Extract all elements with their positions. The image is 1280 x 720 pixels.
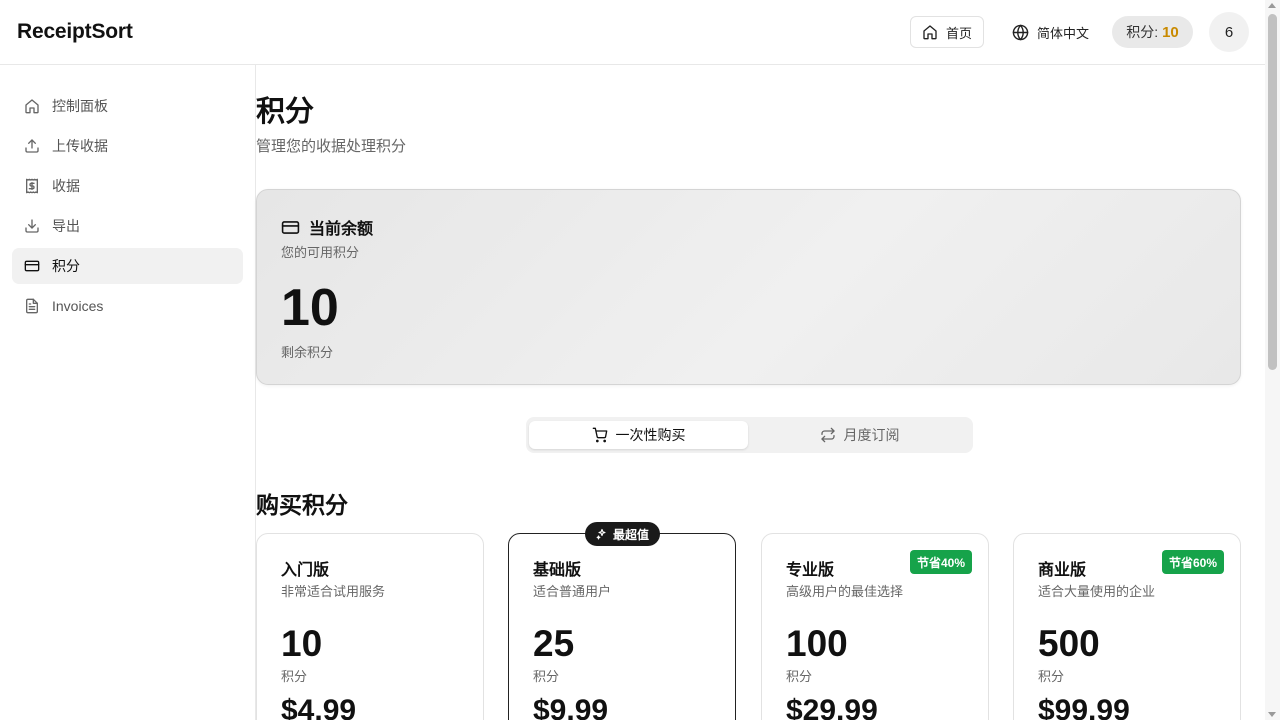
sidebar-item-receipts[interactable]: 收据 (12, 168, 243, 204)
home-button[interactable]: 首页 (910, 16, 984, 48)
balance-value-label: 剩余积分 (281, 345, 334, 360)
credits-badge[interactable]: 积分: 10 (1112, 16, 1193, 48)
purchase-type-toggle: 一次性购买 月度订阅 (526, 417, 973, 453)
balance-title: 当前余额 (281, 215, 373, 239)
plan-description: 非常适合试用服务 (281, 584, 386, 599)
plan-credits-label: 积分 (281, 669, 308, 684)
plan-description: 适合普通用户 (533, 584, 612, 599)
home-button-label: 首页 (945, 25, 972, 41)
plan-name: 商业版 (1038, 562, 1087, 579)
sidebar-item-export[interactable]: 导出 (12, 208, 243, 244)
best-value-badge-label: 最超值 (613, 527, 650, 542)
plan-card-starter[interactable]: 入门版 非常适合试用服务 10 积分 $4.99 (256, 533, 484, 720)
save-badge: 节省60% (1161, 550, 1224, 574)
upload-icon (25, 139, 39, 153)
scroll-up-arrow[interactable] (1268, 3, 1276, 8)
balance-subtitle: 您的可用积分 (281, 245, 360, 260)
tab-one-time-purchase[interactable]: 一次性购买 (529, 421, 748, 449)
top-header: ReceiptSort 首页 简体中文 积分: 10 6 (0, 0, 1265, 65)
plan-name: 专业版 (786, 562, 835, 579)
balance-card: 当前余额 您的可用积分 10 剩余积分 (256, 189, 1241, 385)
plan-card-pro[interactable]: 节省40% 专业版 高级用户的最佳选择 100 积分 $29.99 (761, 533, 989, 720)
tab-label: 一次性购买 (615, 427, 686, 443)
credits-badge-label: 积分: (1126, 24, 1159, 40)
repeat-icon (820, 427, 835, 443)
sidebar-item-label: 收据 (52, 178, 80, 194)
plan-credits: 25 (533, 623, 575, 664)
plan-card-business[interactable]: 节省60% 商业版 适合大量使用的企业 500 积分 $99.99 (1013, 533, 1241, 720)
plan-credits: 10 (281, 623, 323, 664)
sidebar-item-invoices[interactable]: Invoices (12, 288, 243, 324)
balance-title-text: 当前余额 (309, 221, 374, 238)
plan-credits: 500 (1038, 623, 1100, 664)
plan-price: $4.99 (281, 694, 357, 720)
page-scrollbar[interactable] (1265, 0, 1280, 720)
receipt-dollar-icon (26, 178, 38, 194)
credits-badge-value: 10 (1162, 23, 1179, 41)
sidebar-item-upload[interactable]: 上传收据 (12, 128, 243, 164)
plan-price: $9.99 (533, 694, 609, 720)
credit-card-icon (24, 260, 40, 272)
globe-icon (1012, 24, 1029, 40)
scrollbar-thumb[interactable] (1268, 14, 1277, 370)
plan-credits-label: 积分 (1038, 669, 1065, 684)
tab-monthly-subscription[interactable]: 月度订阅 (750, 421, 969, 449)
shopping-cart-icon (592, 427, 607, 443)
plan-description: 高级用户的最佳选择 (786, 584, 904, 599)
download-icon (25, 219, 39, 233)
page-title: 积分 (256, 96, 315, 128)
plan-credits-label: 积分 (533, 669, 560, 684)
tab-label: 月度订阅 (843, 427, 900, 443)
sidebar-item-label: 导出 (52, 218, 80, 234)
scroll-down-arrow[interactable] (1268, 712, 1276, 717)
brand-logo[interactable]: ReceiptSort (17, 20, 133, 44)
sidebar-item-credits[interactable]: 积分 (12, 248, 243, 284)
user-avatar[interactable]: 6 (1209, 12, 1249, 52)
plan-card-basic[interactable]: 最超值 基础版 适合普通用户 25 积分 $9.99 (508, 522, 736, 720)
language-selector[interactable]: 简体中文 (1002, 16, 1099, 48)
sidebar-item-label: 控制面板 (52, 98, 108, 114)
home-icon (25, 99, 39, 114)
plan-price: $29.99 (786, 694, 878, 720)
plan-credits: 100 (786, 623, 848, 664)
sidebar-item-label: Invoices (52, 298, 104, 314)
plan-credits-label: 积分 (786, 669, 813, 684)
sidebar: 控制面板 上传收据 收据 导出 积分 Invoices (0, 65, 256, 720)
sparkles-icon (596, 528, 606, 540)
home-icon (923, 25, 937, 40)
file-text-icon (26, 298, 38, 314)
page-subtitle: 管理您的收据处理积分 (256, 138, 407, 155)
purchase-section-title: 购买积分 (256, 492, 348, 518)
best-value-badge: 最超值 (585, 522, 661, 546)
sidebar-item-label: 上传收据 (52, 138, 108, 154)
sidebar-item-dashboard[interactable]: 控制面板 (12, 88, 243, 124)
plan-description: 适合大量使用的企业 (1038, 584, 1156, 599)
credit-card-icon (281, 220, 300, 234)
save-badge: 节省40% (909, 550, 972, 574)
language-label: 简体中文 (1037, 25, 1090, 41)
plan-price: $99.99 (1038, 694, 1130, 720)
balance-value: 10 (281, 279, 339, 337)
plan-name: 基础版 (533, 562, 582, 579)
plan-name: 入门版 (281, 562, 330, 579)
sidebar-item-label: 积分 (52, 258, 80, 274)
